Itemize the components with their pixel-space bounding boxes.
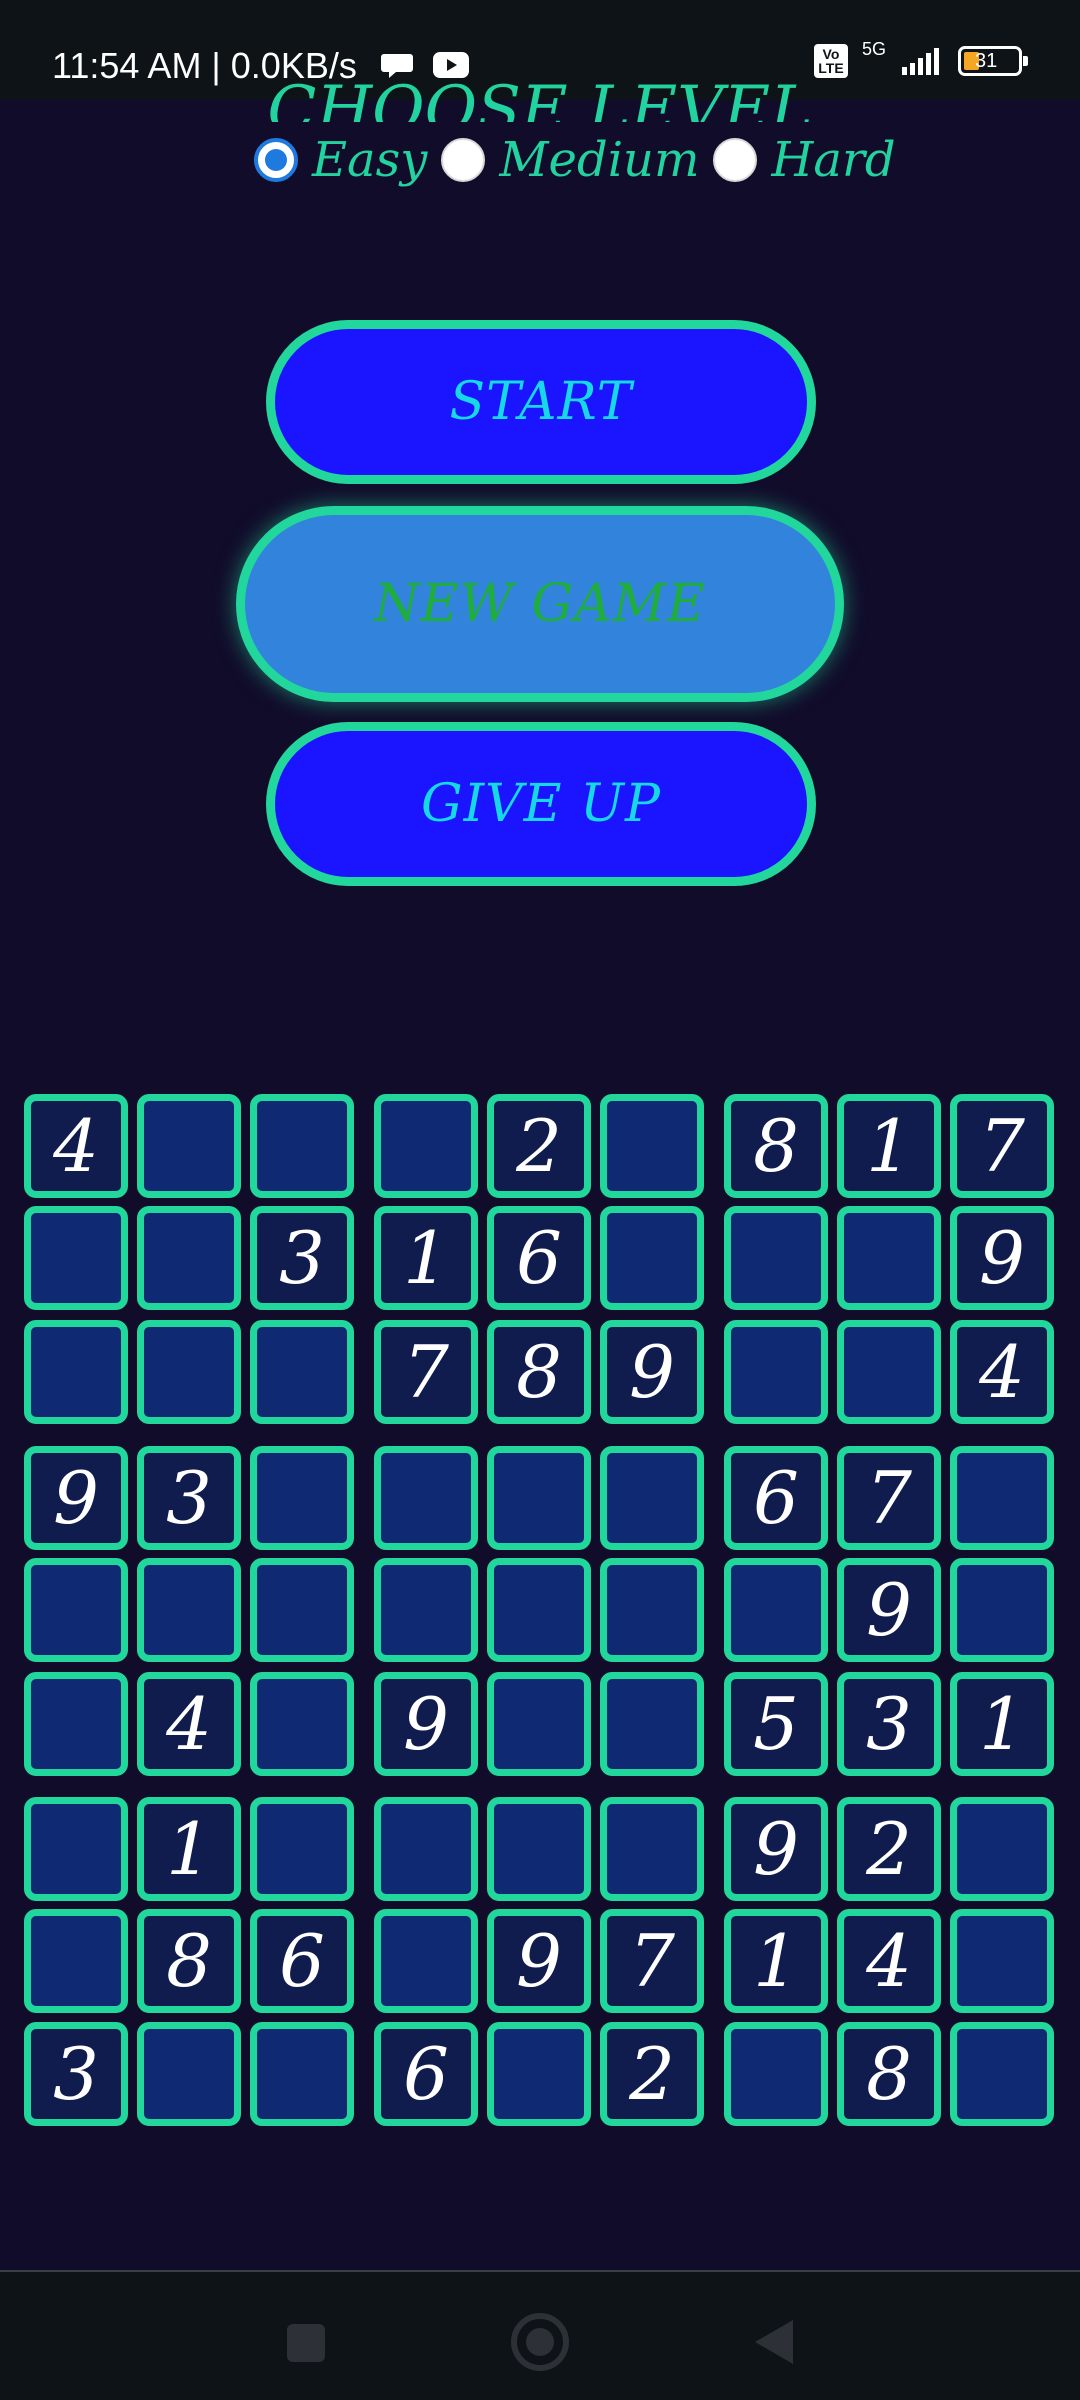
- give-up-button[interactable]: GIVE UP: [266, 722, 816, 886]
- sudoku-cell[interactable]: 2: [837, 1797, 941, 1901]
- sudoku-cell[interactable]: [600, 1797, 704, 1901]
- sudoku-cell[interactable]: 9: [837, 1558, 941, 1662]
- sudoku-cell[interactable]: 1: [837, 1094, 941, 1198]
- sudoku-cell[interactable]: 3: [250, 1206, 354, 1310]
- sudoku-cell[interactable]: [374, 1094, 478, 1198]
- sudoku-cell[interactable]: 1: [724, 1909, 828, 2013]
- sudoku-cell[interactable]: [250, 1094, 354, 1198]
- sudoku-cell[interactable]: 8: [137, 1909, 241, 2013]
- sudoku-cell[interactable]: 4: [137, 1672, 241, 1776]
- sudoku-cell[interactable]: [724, 1320, 828, 1424]
- radio-label-easy[interactable]: Easy: [312, 130, 427, 190]
- sudoku-cell[interactable]: [250, 1672, 354, 1776]
- sudoku-cell[interactable]: [487, 2022, 591, 2126]
- sudoku-cell[interactable]: [600, 1206, 704, 1310]
- radio-medium[interactable]: [441, 138, 486, 182]
- radio-label-hard[interactable]: Hard: [771, 130, 895, 190]
- sudoku-cell[interactable]: [250, 1320, 354, 1424]
- sudoku-cell[interactable]: [600, 1672, 704, 1776]
- sudoku-cell[interactable]: 1: [137, 1797, 241, 1901]
- sudoku-cell[interactable]: 9: [487, 1909, 591, 2013]
- sudoku-cell[interactable]: [374, 1797, 478, 1901]
- recents-square-icon[interactable]: [265, 2302, 345, 2382]
- sudoku-cell[interactable]: [724, 1206, 828, 1310]
- sudoku-cell[interactable]: [374, 1446, 478, 1550]
- sudoku-cell[interactable]: [600, 1446, 704, 1550]
- sudoku-cell[interactable]: [137, 2022, 241, 2126]
- sudoku-cell[interactable]: [487, 1797, 591, 1901]
- sudoku-cell[interactable]: 8: [837, 2022, 941, 2126]
- sudoku-cell[interactable]: [950, 2022, 1054, 2126]
- sudoku-cell[interactable]: 4: [950, 1320, 1054, 1424]
- network-type: 5G: [861, 38, 886, 59]
- sudoku-cell[interactable]: 8: [724, 1094, 828, 1198]
- sudoku-cell[interactable]: 6: [724, 1446, 828, 1550]
- sudoku-cell[interactable]: [250, 1446, 354, 1550]
- sudoku-cell[interactable]: [24, 1558, 128, 1662]
- sudoku-cell[interactable]: [600, 1094, 704, 1198]
- sudoku-cell[interactable]: [600, 1558, 704, 1662]
- sudoku-cell[interactable]: 9: [24, 1446, 128, 1550]
- sudoku-cell[interactable]: [950, 1797, 1054, 1901]
- sudoku-cell[interactable]: 9: [600, 1320, 704, 1424]
- level-title: CHOOSE LEVEL: [267, 73, 813, 122]
- sudoku-cell[interactable]: 4: [24, 1094, 128, 1198]
- sudoku-cell[interactable]: 1: [950, 1672, 1054, 1776]
- sudoku-cell[interactable]: [837, 1320, 941, 1424]
- level-radio-group: Easy Medium Hard: [254, 130, 910, 190]
- sudoku-cell[interactable]: [950, 1446, 1054, 1550]
- radio-label-medium[interactable]: Medium: [499, 130, 699, 190]
- sudoku-cell[interactable]: [24, 1672, 128, 1776]
- sudoku-cell[interactable]: [24, 1206, 128, 1310]
- sudoku-cell[interactable]: 4: [837, 1909, 941, 2013]
- navigation-bar: [0, 2270, 1080, 2400]
- sudoku-cell[interactable]: [250, 1797, 354, 1901]
- sudoku-cell[interactable]: [137, 1320, 241, 1424]
- sudoku-cell[interactable]: [374, 1558, 478, 1662]
- start-button[interactable]: START: [266, 320, 816, 484]
- sudoku-cell[interactable]: [837, 1206, 941, 1310]
- new-game-button[interactable]: NEW GAME: [236, 506, 844, 702]
- sudoku-cell[interactable]: [374, 1909, 478, 2013]
- sudoku-cell[interactable]: 9: [374, 1672, 478, 1776]
- sudoku-cell[interactable]: [24, 1909, 128, 2013]
- sudoku-cell[interactable]: 6: [374, 2022, 478, 2126]
- sudoku-cell[interactable]: [724, 1558, 828, 1662]
- sudoku-cell[interactable]: 9: [950, 1206, 1054, 1310]
- sudoku-cell[interactable]: [24, 1320, 128, 1424]
- back-triangle-icon[interactable]: [735, 2302, 815, 2382]
- sudoku-cell[interactable]: [250, 2022, 354, 2126]
- sudoku-cell[interactable]: 7: [374, 1320, 478, 1424]
- home-circle-icon[interactable]: [500, 2302, 580, 2382]
- sudoku-cell[interactable]: 9: [724, 1797, 828, 1901]
- sudoku-cell[interactable]: 7: [950, 1094, 1054, 1198]
- sudoku-cell[interactable]: [724, 2022, 828, 2126]
- sudoku-cell[interactable]: [487, 1446, 591, 1550]
- sudoku-cell[interactable]: 5: [724, 1672, 828, 1776]
- sudoku-cell[interactable]: [137, 1558, 241, 1662]
- sudoku-cell[interactable]: [950, 1909, 1054, 2013]
- sudoku-cell[interactable]: 6: [487, 1206, 591, 1310]
- radio-hard[interactable]: [713, 138, 758, 182]
- sudoku-cell[interactable]: 3: [837, 1672, 941, 1776]
- sudoku-cell[interactable]: [950, 1558, 1054, 1662]
- sudoku-cell[interactable]: [24, 1797, 128, 1901]
- sudoku-cell[interactable]: 8: [487, 1320, 591, 1424]
- sudoku-cell[interactable]: 6: [250, 1909, 354, 2013]
- sudoku-cell[interactable]: 3: [24, 2022, 128, 2126]
- sudoku-cell[interactable]: 2: [487, 1094, 591, 1198]
- sudoku-cell[interactable]: [137, 1206, 241, 1310]
- sudoku-cell[interactable]: [487, 1558, 591, 1662]
- sudoku-cell[interactable]: 7: [837, 1446, 941, 1550]
- sudoku-cell[interactable]: [137, 1094, 241, 1198]
- sudoku-cell[interactable]: 7: [600, 1909, 704, 2013]
- sudoku-cell[interactable]: 3: [137, 1446, 241, 1550]
- radio-easy[interactable]: [254, 138, 298, 182]
- sudoku-cell[interactable]: 2: [600, 2022, 704, 2126]
- sudoku-cell[interactable]: [487, 1672, 591, 1776]
- sudoku-cell[interactable]: 1: [374, 1206, 478, 1310]
- sudoku-cell[interactable]: [250, 1558, 354, 1662]
